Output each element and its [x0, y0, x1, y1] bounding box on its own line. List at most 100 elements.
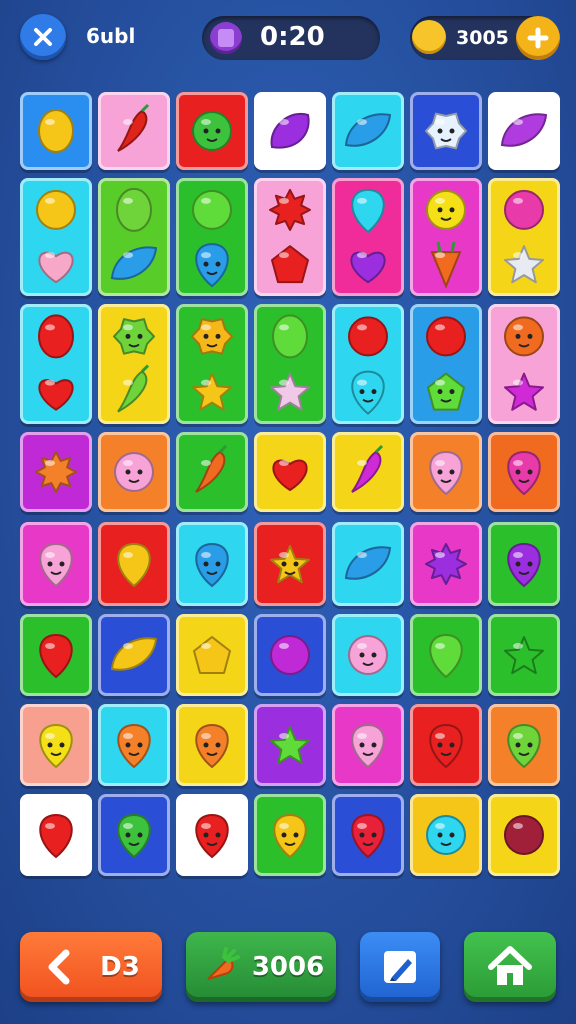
- game-tile[interactable]: [410, 794, 482, 876]
- game-tile[interactable]: [20, 794, 92, 876]
- edit-button[interactable]: [360, 932, 440, 1002]
- game-tile[interactable]: [20, 614, 92, 696]
- game-tile[interactable]: [410, 432, 482, 512]
- round-icon: [192, 189, 232, 230]
- game-tile[interactable]: [254, 794, 326, 876]
- drop-icon: [429, 723, 463, 769]
- drop-icon: [195, 723, 229, 769]
- game-tile[interactable]: [332, 794, 404, 876]
- game-tile[interactable]: [176, 304, 248, 424]
- drop-icon: [195, 243, 229, 288]
- fruit-counter-button[interactable]: 3006: [186, 932, 336, 1002]
- game-tile[interactable]: [488, 794, 560, 876]
- back-button[interactable]: D3: [20, 932, 162, 1002]
- game-tile[interactable]: [176, 178, 248, 296]
- drop-icon: [117, 542, 151, 588]
- edit-icon: [384, 951, 416, 983]
- game-tile[interactable]: [254, 304, 326, 424]
- game-tile[interactable]: [410, 178, 482, 296]
- game-tile[interactable]: [98, 794, 170, 876]
- star-icon: [192, 372, 232, 411]
- game-tile[interactable]: [332, 304, 404, 424]
- game-tile[interactable]: [410, 92, 482, 170]
- star-icon: [270, 372, 310, 411]
- game-tile[interactable]: [20, 92, 92, 170]
- round-icon: [348, 635, 388, 675]
- game-tile[interactable]: [410, 614, 482, 696]
- game-tile[interactable]: [98, 432, 170, 512]
- game-tile[interactable]: [254, 92, 326, 170]
- game-tile[interactable]: [410, 704, 482, 786]
- game-tile[interactable]: [20, 304, 92, 424]
- game-tile[interactable]: [254, 614, 326, 696]
- lemon-icon: [38, 109, 74, 153]
- game-tile[interactable]: [488, 432, 560, 512]
- game-tile[interactable]: [176, 614, 248, 696]
- game-tile[interactable]: [332, 614, 404, 696]
- game-tile[interactable]: [488, 304, 560, 424]
- top-bar: 6ubl 0:20 3005: [0, 0, 576, 80]
- game-tile[interactable]: [332, 522, 404, 606]
- game-tile[interactable]: [332, 92, 404, 170]
- game-tile[interactable]: [410, 522, 482, 606]
- monster-icon: [425, 112, 467, 150]
- game-tile[interactable]: [176, 704, 248, 786]
- game-tile[interactable]: [98, 304, 170, 424]
- coin-value: 3005: [456, 27, 509, 49]
- game-tile[interactable]: [176, 794, 248, 876]
- game-tile[interactable]: [254, 704, 326, 786]
- fruit-count: 3006: [251, 952, 325, 982]
- star-icon: [270, 726, 310, 765]
- star-icon: [270, 545, 310, 584]
- game-tile[interactable]: [20, 704, 92, 786]
- pepper-icon: [351, 444, 384, 493]
- board-row: [16, 704, 560, 786]
- game-tile[interactable]: [98, 92, 170, 170]
- game-tile[interactable]: [332, 178, 404, 296]
- close-icon: [34, 28, 52, 46]
- game-tile[interactable]: [332, 432, 404, 512]
- game-tile[interactable]: [488, 614, 560, 696]
- drop-icon: [195, 542, 229, 588]
- carrot-icon: [207, 947, 240, 980]
- round-icon: [426, 316, 466, 357]
- game-tile[interactable]: [20, 522, 92, 606]
- chevron-left-icon: [48, 949, 70, 985]
- game-tile[interactable]: [254, 522, 326, 606]
- game-tile[interactable]: [488, 522, 560, 606]
- pepper-icon: [117, 103, 150, 152]
- pentagon-icon: [193, 636, 231, 674]
- game-tile[interactable]: [410, 304, 482, 424]
- game-tile[interactable]: [488, 92, 560, 170]
- home-button[interactable]: [464, 932, 556, 1002]
- game-tile[interactable]: [176, 92, 248, 170]
- timer-value: 0:20: [260, 22, 325, 52]
- back-button-label: D3: [100, 952, 140, 982]
- game-tile[interactable]: [98, 178, 170, 296]
- game-tile[interactable]: [176, 522, 248, 606]
- bottom-bar: D3 3006: [0, 920, 576, 1024]
- game-tile[interactable]: [488, 178, 560, 296]
- game-tile[interactable]: [98, 614, 170, 696]
- game-tile[interactable]: [20, 178, 92, 296]
- splat-icon: [425, 543, 467, 585]
- game-tile[interactable]: [254, 432, 326, 512]
- game-tile[interactable]: [176, 432, 248, 512]
- round-icon: [348, 316, 388, 357]
- game-tile[interactable]: [488, 704, 560, 786]
- game-tile[interactable]: [98, 522, 170, 606]
- round-icon: [270, 635, 310, 675]
- close-button[interactable]: [20, 14, 66, 60]
- board-row: [16, 304, 560, 424]
- board-row: [16, 794, 560, 876]
- add-coins-button[interactable]: [516, 16, 560, 60]
- round-icon: [504, 815, 544, 855]
- game-tile[interactable]: [254, 178, 326, 296]
- monster-icon: [113, 318, 155, 355]
- drop-icon: [39, 542, 73, 588]
- game-tile[interactable]: [20, 432, 92, 512]
- game-tile[interactable]: [98, 704, 170, 786]
- monster-icon: [191, 318, 233, 355]
- round-icon: [192, 111, 232, 151]
- game-tile[interactable]: [332, 704, 404, 786]
